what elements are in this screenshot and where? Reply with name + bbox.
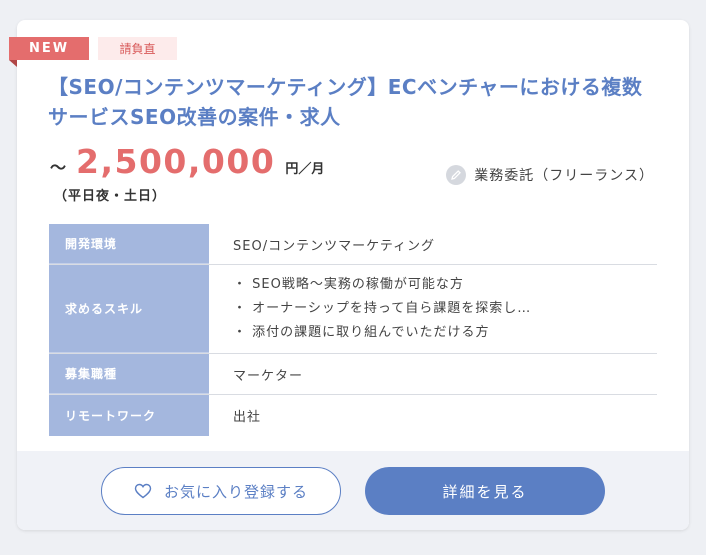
spec-label-role: 募集職種 xyxy=(49,354,209,394)
job-spec-table: 開発環境 SEO/コンテンツマーケティング 求めるスキル ・ SEO戦略～実務の… xyxy=(49,224,657,436)
view-details-button[interactable]: 詳細を見る xyxy=(365,467,605,515)
spec-value-env: SEO/コンテンツマーケティング xyxy=(233,238,436,254)
spec-row-remote: リモートワーク 出社 xyxy=(49,395,657,436)
favorite-button-label: お気に入り登録する xyxy=(163,482,308,501)
new-badge: NEW xyxy=(9,37,89,60)
skill-item: ・ SEO戦略～実務の稼働が可能な方 xyxy=(233,277,464,292)
favorite-button[interactable]: お気に入り登録する xyxy=(101,467,341,515)
spec-value-role: マーケター xyxy=(233,368,304,384)
spec-label-remote: リモートワーク xyxy=(49,395,209,436)
skill-item: ・ オーナーシップを持って自ら課題を探索し… xyxy=(233,301,532,316)
pencil-icon xyxy=(446,165,467,185)
contract-type: 業務委託（フリーランス） xyxy=(446,165,654,185)
spec-row-env: 開発環境 SEO/コンテンツマーケティング xyxy=(49,224,657,265)
job-title[interactable]: 【SEO/コンテンツマーケティング】ECベンチャーにおける複数サービスSEO改善… xyxy=(48,72,658,132)
spec-row-skills: 求めるスキル ・ SEO戦略～実務の稼働が可能な方 ・ オーナーシップを持って自… xyxy=(49,265,657,354)
contract-type-label: 業務委託（フリーランス） xyxy=(474,168,654,184)
heart-icon xyxy=(134,483,152,499)
price-unit: 円／月 xyxy=(285,162,325,177)
direct-contract-badge: 請負直 xyxy=(98,37,177,60)
price-note: （平日夜・土日） xyxy=(54,189,167,204)
price-amount: 2,500,000 xyxy=(76,142,276,181)
spec-row-role: 募集職種 マーケター xyxy=(49,354,657,395)
spec-label-skills: 求めるスキル xyxy=(49,265,209,353)
price-prefix: ～ xyxy=(50,158,67,177)
price-row: ～ 2,500,000 円／月 xyxy=(50,142,324,181)
spec-value-skills: ・ SEO戦略～実務の稼働が可能な方 ・ オーナーシップを持って自ら課題を探索し… xyxy=(209,265,657,353)
card-footer: お気に入り登録する 詳細を見る xyxy=(17,451,689,530)
job-card: 請負直 【SEO/コンテンツマーケティング】ECベンチャーにおける複数サービスS… xyxy=(17,20,689,530)
spec-label-env: 開発環境 xyxy=(49,224,209,264)
new-badge-fold xyxy=(9,60,17,67)
skill-item: ・ 添付の課題に取り組んでいただける方 xyxy=(233,325,490,340)
spec-value-remote: 出社 xyxy=(233,410,262,425)
